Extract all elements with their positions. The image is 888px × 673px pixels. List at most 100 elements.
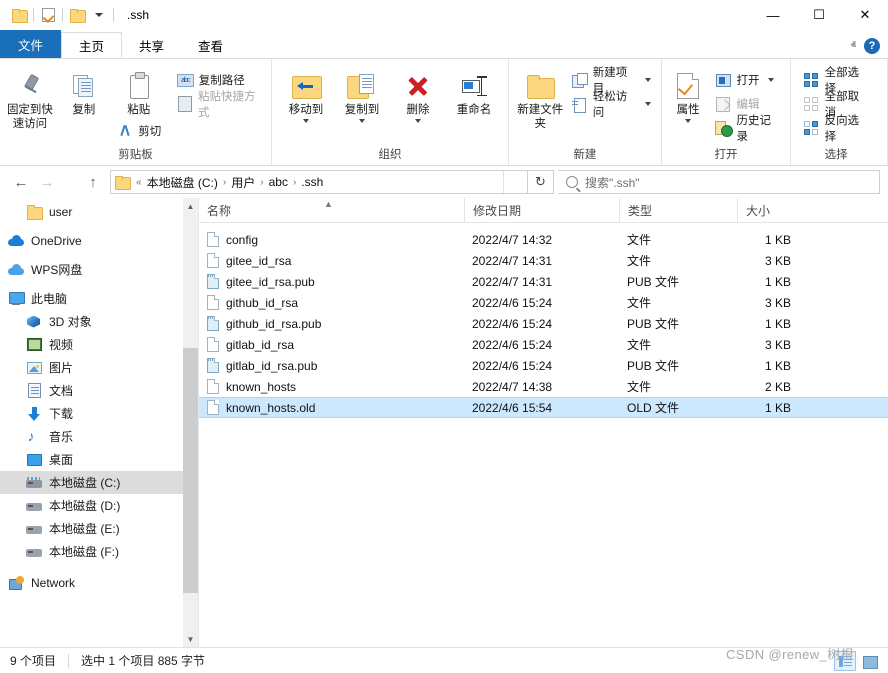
new-folder-button[interactable]: 新建文件夹	[515, 63, 565, 131]
sidebar-item-label: 音乐	[49, 428, 73, 445]
file-type: OLD 文件	[619, 399, 737, 416]
copy-to-button[interactable]: 复制到	[334, 63, 390, 123]
sidebar-item-videos[interactable]: 视频	[0, 333, 198, 356]
easy-access-button[interactable]: 轻松访问	[567, 92, 654, 116]
breadcrumb-item-ssh[interactable]: .ssh	[297, 175, 327, 189]
sidebar-item-drive-c[interactable]: 本地磁盘 (C:)	[0, 471, 198, 494]
sidebar-item-drive-f[interactable]: 本地磁盘 (F:)	[0, 540, 198, 563]
easy-access-dropdown-icon[interactable]	[645, 102, 651, 106]
search-box[interactable]: 搜索".ssh"	[558, 170, 880, 194]
sidebar-item-this-pc[interactable]: 此电脑	[0, 287, 198, 310]
table-row[interactable]: gitlab_id_rsa 2022/4/6 15:24 文件 3 KB	[199, 334, 888, 355]
table-row[interactable]: known_hosts.old 2022/4/6 15:54 OLD 文件 1 …	[199, 397, 888, 418]
pin-to-quick-access-button[interactable]: 固定到快速访问	[3, 63, 57, 131]
new-item-dropdown-icon[interactable]	[645, 78, 651, 82]
up-button[interactable]: ↑	[80, 169, 106, 195]
large-icons-view-button[interactable]	[858, 651, 880, 671]
table-row[interactable]: known_hosts 2022/4/7 14:38 文件 2 KB	[199, 376, 888, 397]
column-header-name[interactable]: 名称 ▲	[199, 198, 464, 223]
sidebar-item-label: user	[49, 205, 72, 219]
invert-selection-button[interactable]: 反向选择	[799, 116, 873, 140]
close-button[interactable]: ✕	[842, 0, 888, 30]
tab-share[interactable]: 共享	[122, 32, 181, 58]
sidebar-item-music[interactable]: ♪ 音乐	[0, 425, 198, 448]
collapse-ribbon-icon[interactable]: ⱏ	[851, 40, 856, 53]
sidebar-item-user[interactable]: user	[0, 200, 198, 223]
tab-home[interactable]: 主页	[61, 32, 122, 58]
properties-button[interactable]: 属性	[668, 63, 709, 123]
paste-button[interactable]: 粘贴	[111, 63, 167, 117]
file-type: 文件	[619, 231, 737, 248]
copy-to-dropdown-icon[interactable]	[359, 119, 365, 123]
file-name: gitlab_id_rsa.pub	[226, 359, 317, 373]
paste-shortcut-icon	[177, 96, 193, 113]
file-date: 2022/4/7 14:32	[464, 233, 619, 247]
refresh-button[interactable]: ↻	[528, 170, 554, 194]
sidebar-item-network[interactable]: Network	[0, 571, 198, 594]
cut-button[interactable]: 剪切	[112, 119, 165, 143]
open-button[interactable]: 打开	[711, 68, 785, 92]
address-box[interactable]: « 本地磁盘 (C:) › 用户 › abc › .ssh ⱟ	[110, 170, 528, 194]
column-header-type[interactable]: 类型	[619, 198, 737, 223]
column-header-size[interactable]: 大小	[737, 198, 807, 223]
paste-icon	[126, 69, 152, 103]
sidebar-item-label: 桌面	[49, 451, 73, 468]
tab-view[interactable]: 查看	[181, 32, 240, 58]
delete-dropdown-icon[interactable]	[415, 119, 421, 123]
rename-button[interactable]: 重命名	[446, 63, 502, 117]
paste-shortcut-button: 粘贴快捷方式	[173, 92, 268, 116]
file-size: 1 KB	[737, 233, 807, 247]
system-drive-icon	[26, 475, 42, 491]
qat-folder-icon[interactable]	[8, 4, 30, 26]
breadcrumb-item-users[interactable]: 用户	[227, 174, 259, 191]
copy-button[interactable]: 复制	[57, 63, 111, 117]
qat-properties-icon[interactable]	[37, 4, 59, 26]
scrollbar-thumb[interactable]	[183, 348, 198, 593]
qat-new-folder-icon[interactable]	[66, 4, 88, 26]
open-dropdown-icon[interactable]	[768, 78, 774, 82]
recent-locations-button[interactable]: ⱟ	[60, 169, 80, 195]
table-row[interactable]: gitlab_id_rsa.pub 2022/4/6 15:24 PUB 文件 …	[199, 355, 888, 376]
table-row[interactable]: github_id_rsa.pub 2022/4/6 15:24 PUB 文件 …	[199, 313, 888, 334]
sidebar-item-drive-e[interactable]: 本地磁盘 (E:)	[0, 517, 198, 540]
network-icon	[8, 575, 24, 591]
sidebar-item-drive-d[interactable]: 本地磁盘 (D:)	[0, 494, 198, 517]
details-view-button[interactable]	[834, 651, 856, 671]
navigation-scrollbar[interactable]: ▲ ▼	[183, 198, 198, 647]
back-button[interactable]: ←	[8, 169, 34, 195]
search-input[interactable]: 搜索".ssh"	[585, 174, 640, 191]
sidebar-item-3d-objects[interactable]: 3D 对象	[0, 310, 198, 333]
tab-file[interactable]: 文件	[0, 30, 61, 58]
table-row[interactable]: gitee_id_rsa.pub 2022/4/7 14:31 PUB 文件 1…	[199, 271, 888, 292]
scroll-down-icon[interactable]: ▼	[183, 631, 198, 647]
sidebar-item-onedrive[interactable]: OneDrive	[0, 229, 198, 252]
column-header-date[interactable]: 修改日期	[464, 198, 619, 223]
sidebar-item-pictures[interactable]: 图片	[0, 356, 198, 379]
delete-button[interactable]: 删除	[390, 63, 446, 123]
sidebar-item-label: 本地磁盘 (F:)	[49, 543, 119, 560]
move-to-dropdown-icon[interactable]	[303, 119, 309, 123]
breadcrumb-item-abc[interactable]: abc	[265, 175, 292, 189]
maximize-button[interactable]: ☐	[796, 0, 842, 30]
table-row[interactable]: config 2022/4/7 14:32 文件 1 KB	[199, 229, 888, 250]
item-count-label: 9 个项目	[10, 652, 68, 669]
table-row[interactable]: gitee_id_rsa 2022/4/7 14:31 文件 3 KB	[199, 250, 888, 271]
move-to-button[interactable]: 移动到	[278, 63, 334, 123]
help-icon[interactable]: ?	[864, 38, 880, 54]
history-button[interactable]: 历史记录	[711, 116, 785, 140]
sidebar-item-downloads[interactable]: 下载	[0, 402, 198, 425]
properties-dropdown-icon[interactable]	[685, 119, 691, 123]
sidebar-item-documents[interactable]: 文档	[0, 379, 198, 402]
select-none-icon	[803, 96, 819, 113]
table-row[interactable]: github_id_rsa 2022/4/6 15:24 文件 3 KB	[199, 292, 888, 313]
breadcrumb-overflow-icon[interactable]: «	[135, 177, 143, 188]
breadcrumb-item-drive[interactable]: 本地磁盘 (C:)	[143, 174, 222, 191]
sidebar-item-desktop[interactable]: 桌面	[0, 448, 198, 471]
scroll-up-icon[interactable]: ▲	[183, 198, 198, 214]
explorer-body: user OneDrive WPS网盘 此电脑	[0, 198, 888, 647]
qat-customize-dropdown-icon[interactable]	[88, 4, 110, 26]
address-dropdown-icon[interactable]: ⱟ	[503, 171, 525, 193]
ribbon-group-new-title: 新建	[515, 146, 655, 165]
minimize-button[interactable]: —	[750, 0, 796, 30]
sidebar-item-wps[interactable]: WPS网盘	[0, 258, 198, 281]
